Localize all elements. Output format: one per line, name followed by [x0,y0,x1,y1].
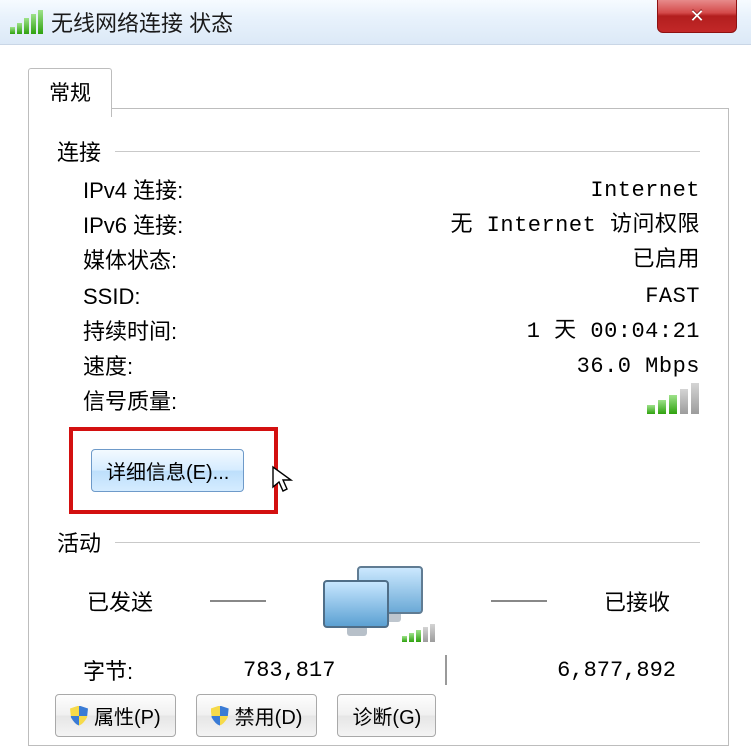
window-title: 无线网络连接 状态 [51,6,233,38]
close-icon: ✕ [689,6,704,27]
ipv6-value: 无 Internet 访问权限 [450,208,700,243]
signal-label: 信号质量: [83,384,177,419]
speed-label: 速度: [83,349,133,384]
titlebar: 无线网络连接 状态 ✕ [0,0,751,45]
diagnose-button-label: 诊断(G) [352,701,421,730]
bytes-sent-value: 783,817 [243,658,335,683]
speed-value: 36.0 Mbps [577,349,700,384]
row-media: 媒体状态: 已启用 [83,243,700,278]
ipv4-label: IPv4 连接: [83,173,183,208]
section-connection: 连接 [57,135,700,167]
tab-general[interactable]: 常规 [28,68,112,117]
dash-divider [210,600,266,602]
details-button-label: 详细信息(E)... [106,456,229,485]
close-button[interactable]: ✕ [657,0,737,33]
details-button[interactable]: 详细信息(E)... [91,449,244,492]
dash-divider [491,600,547,602]
highlight-box: 详细信息(E)... [69,427,278,514]
tab-body: 连接 IPv4 连接: Internet IPv6 连接: 无 Internet… [28,108,729,746]
received-label: 已接收 [604,585,670,617]
media-label: 媒体状态: [83,243,177,278]
disable-button-label: 禁用(D) [235,701,303,730]
section-activity-label: 活动 [57,526,101,558]
row-ssid: SSID: FAST [83,279,700,314]
duration-value: 1 天 00:04:21 [527,314,700,349]
row-signal: 信号质量: [83,384,700,419]
cursor-icon [271,465,295,495]
shield-icon [70,706,88,726]
properties-button-label: 属性(P) [94,701,161,730]
ipv4-value: Internet [590,173,700,208]
divider [115,151,700,152]
section-activity: 活动 [57,526,700,558]
bottom-button-row: 属性(P) 禁用(D) 诊断(G) [55,694,436,737]
shield-icon [211,706,229,726]
row-ipv6: IPv6 连接: 无 Internet 访问权限 [83,208,700,243]
ipv6-label: IPv6 连接: [83,208,183,243]
divider [115,542,700,543]
bytes-label: 字节: [83,654,133,686]
bytes-received-value: 6,877,892 [557,658,676,683]
media-value: 已启用 [632,243,700,278]
signal-quality-icon [647,390,700,414]
ssid-value: FAST [645,279,700,314]
ssid-label: SSID: [83,279,140,314]
sent-label: 已发送 [87,585,153,617]
vertical-divider [445,655,447,685]
window: 无线网络连接 状态 ✕ 常规 连接 IPv4 连接: Internet IPv6… [0,0,751,746]
diagnose-button[interactable]: 诊断(G) [337,694,436,737]
row-speed: 速度: 36.0 Mbps [83,349,700,384]
wifi-signal-icon [10,10,43,34]
activity-header-row: 已发送 已接收 [57,566,700,636]
activity-bytes-row: 字节: 783,817 6,877,892 [57,654,700,686]
duration-label: 持续时间: [83,314,177,349]
window-title-area: 无线网络连接 状态 [10,6,233,38]
disable-button[interactable]: 禁用(D) [196,694,318,737]
row-ipv4: IPv4 连接: Internet [83,173,700,208]
section-connection-label: 连接 [57,135,101,167]
row-duration: 持续时间: 1 天 00:04:21 [83,314,700,349]
properties-button[interactable]: 属性(P) [55,694,176,737]
tab-strip: 常规 [28,68,112,117]
signal-activity-icon [402,618,435,642]
tab-general-label: 常规 [49,82,91,105]
network-activity-icon [323,566,433,636]
connection-rows: IPv4 连接: Internet IPv6 连接: 无 Internet 访问… [83,173,700,419]
